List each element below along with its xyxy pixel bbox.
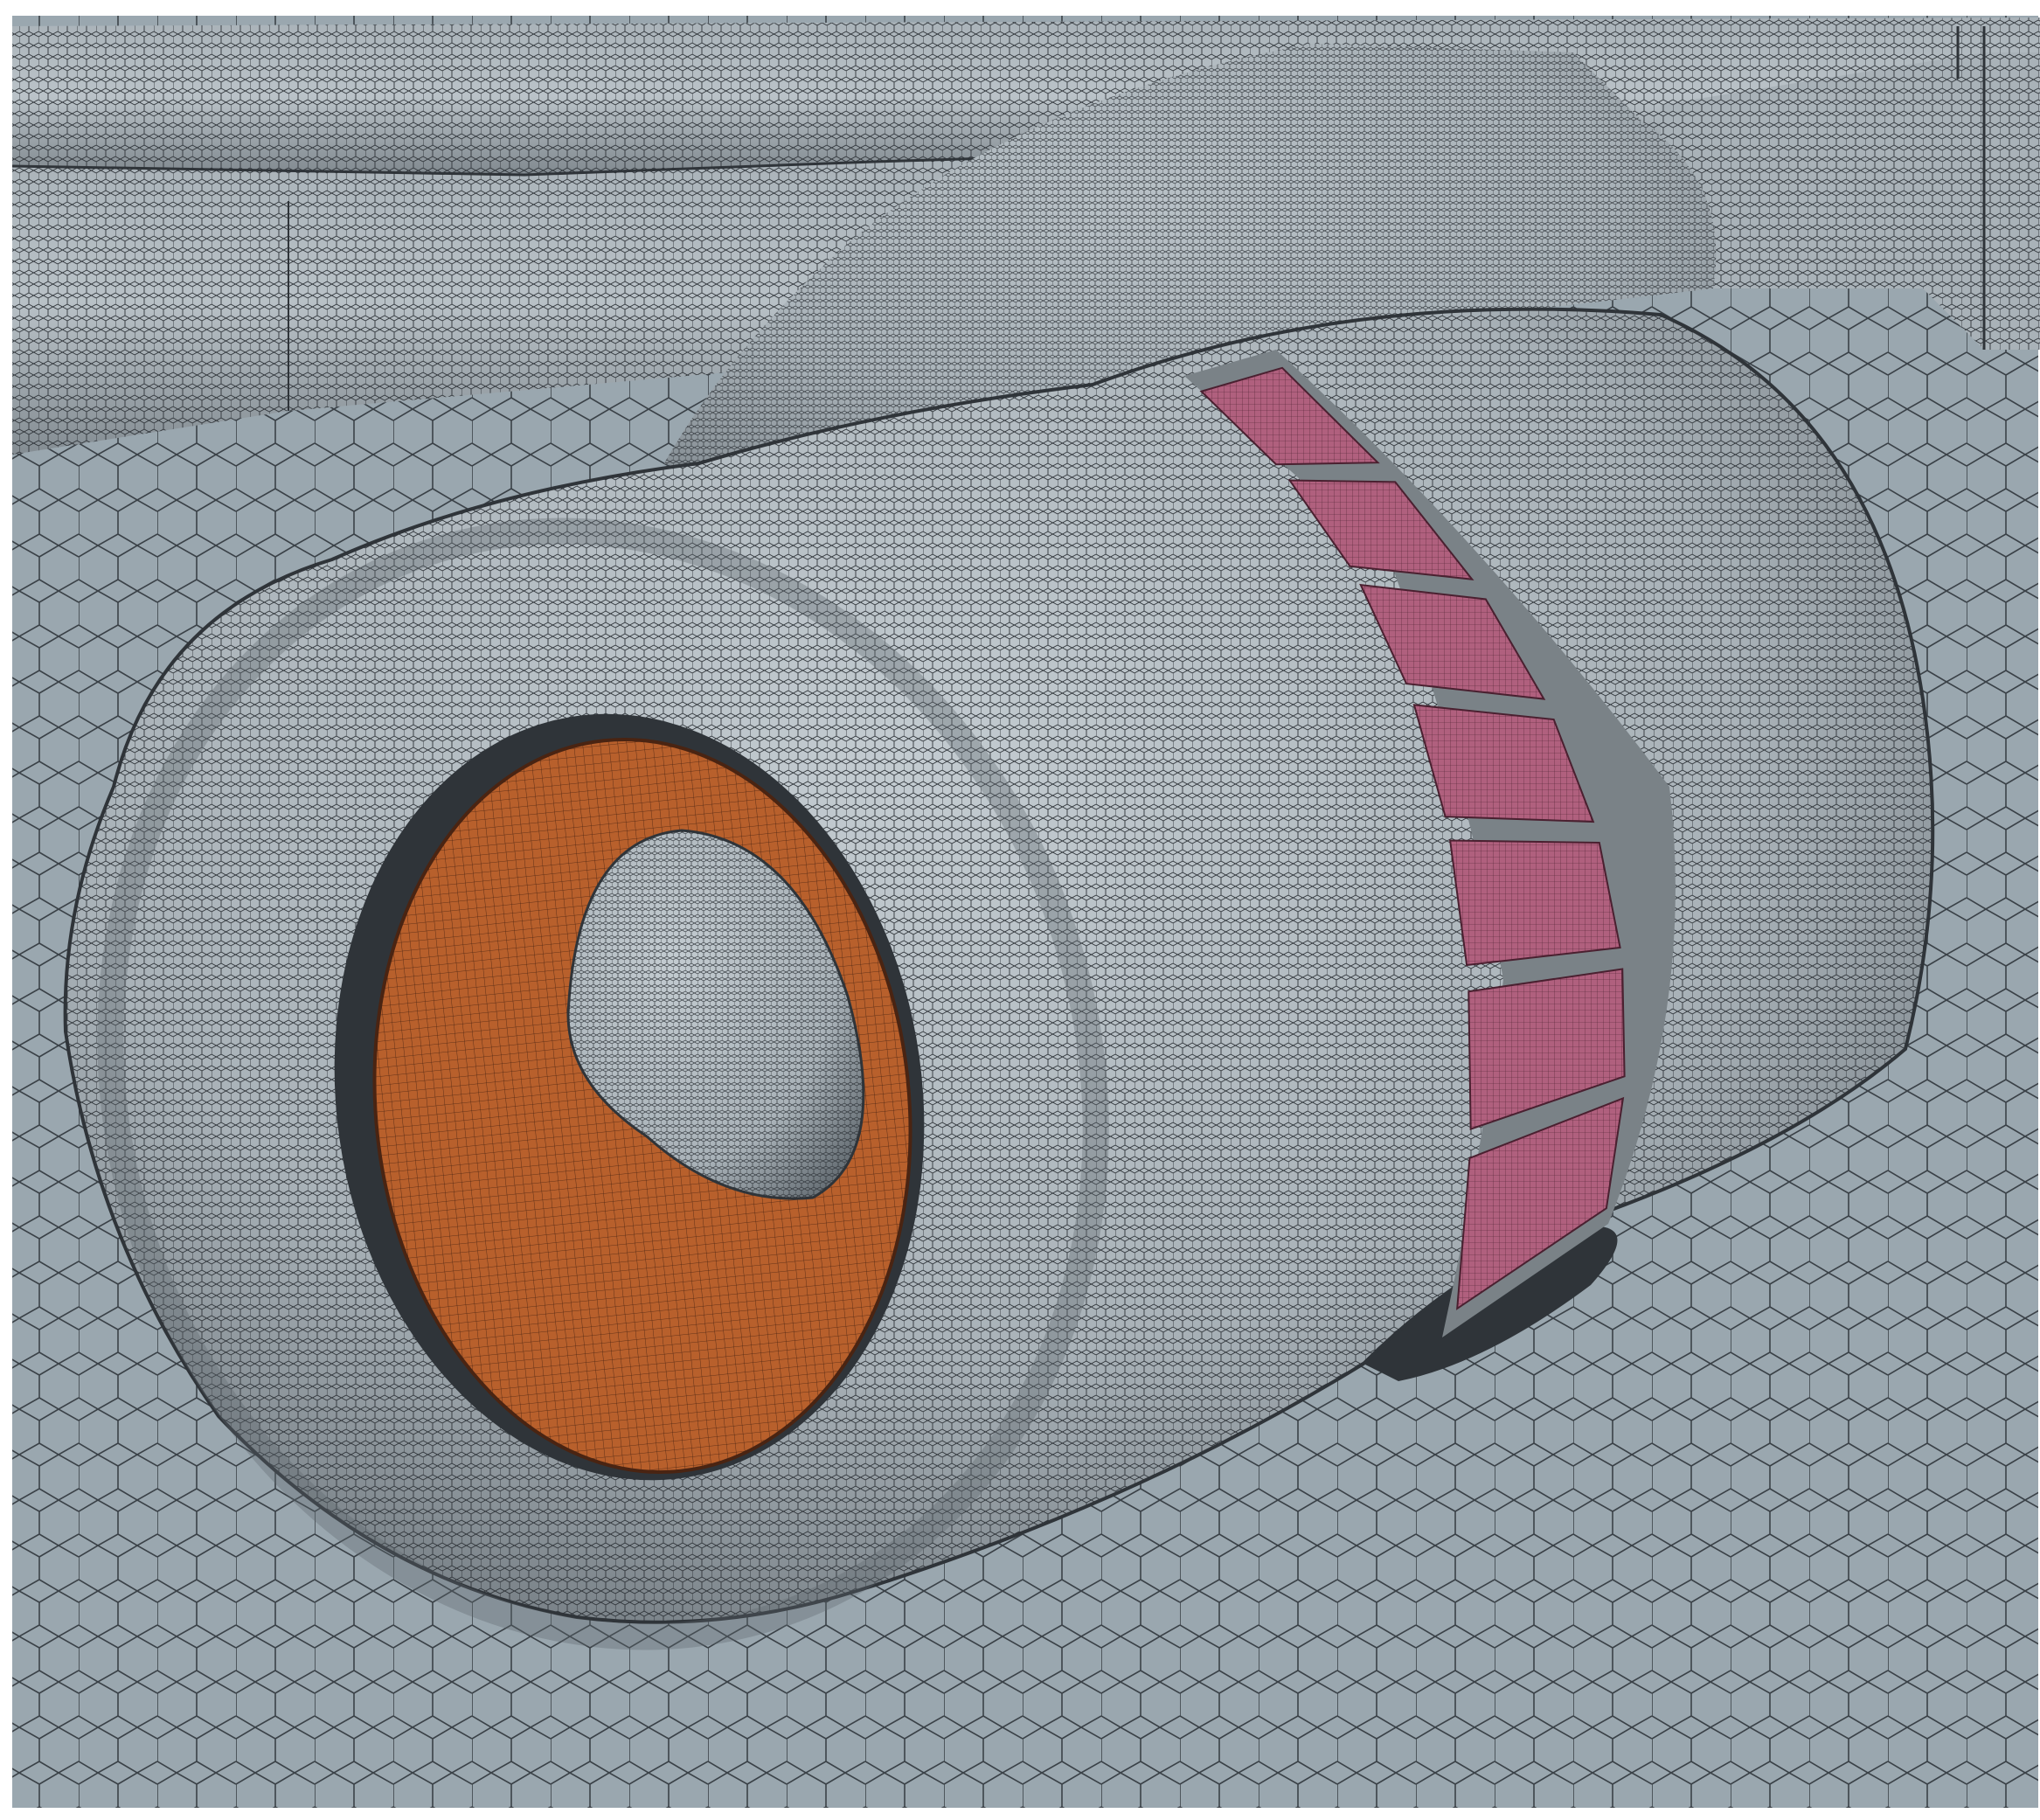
nacelle-mesh-render <box>0 0 2040 1820</box>
exhaust-panel-mesh <box>1450 840 1620 966</box>
mesh-viewport <box>0 0 2040 1820</box>
